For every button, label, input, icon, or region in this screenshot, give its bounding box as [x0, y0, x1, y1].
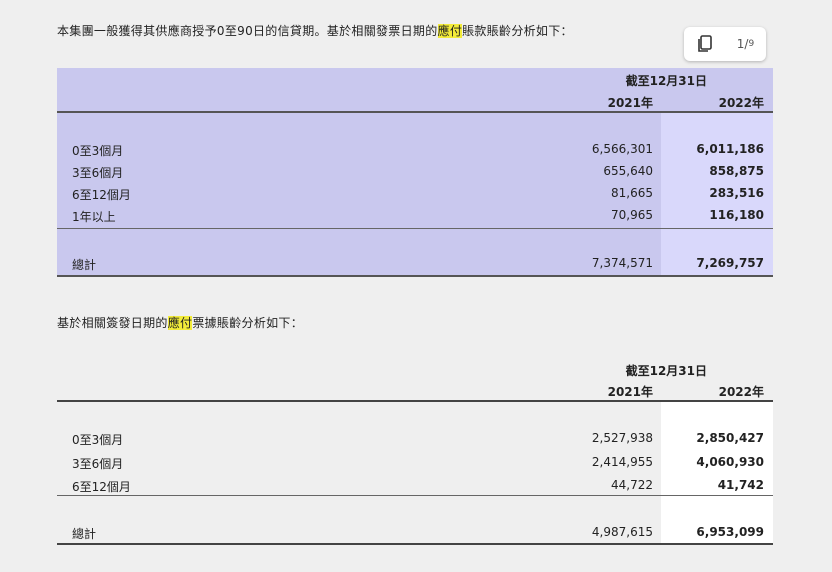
total-rule — [57, 275, 773, 277]
table-row: 0至3個月 6,566,301 6,011,186 — [57, 138, 773, 160]
header-rule — [57, 400, 773, 402]
period-header: 截至12月31日 — [625, 74, 707, 88]
value-2022: 41,742 — [717, 478, 764, 492]
value-2021: 2,414,955 — [591, 455, 653, 469]
table-row: 0至3個月 2,527,938 2,850,427 — [57, 427, 773, 449]
total-label: 總計 — [72, 258, 97, 272]
total-2021: 4,987,615 — [591, 525, 653, 539]
total-rule — [57, 543, 773, 545]
intro-paragraph-1: 本集團一般獲得其供應商授予0至90日的信貸期。基於相關發票日期的應付賬款賬齡分析… — [57, 22, 573, 39]
highlighted-term[interactable]: 應付 — [167, 316, 193, 330]
value-2021: 81,665 — [611, 186, 653, 200]
value-2021: 655,640 — [603, 164, 653, 178]
intro1-text-before: 本集團一般獲得其供應商授予0至90日的信貸期。基於相關發票日期的 — [57, 24, 438, 38]
value-2022: 116,180 — [709, 208, 764, 222]
subtotal-rule — [57, 228, 773, 229]
page-current: 1 — [736, 37, 745, 51]
subtotal-rule — [57, 495, 773, 496]
copy-button[interactable] — [690, 30, 720, 58]
year-header-row: 2021年 2022年 — [57, 90, 773, 112]
table-row: 6至12個月 44,722 41,742 — [57, 474, 773, 496]
period-header: 截至12月31日 — [625, 364, 707, 378]
row-label: 3至6個月 — [72, 457, 124, 471]
total-row: 總計 4,987,615 6,953,099 — [57, 521, 773, 543]
bills-aging-table[interactable]: 截至12月31日 2021年 2022年 0至3個月 2,527,938 2,8… — [57, 358, 773, 546]
intro-paragraph-2: 基於相關簽發日期的應付票據賬齡分析如下： — [57, 314, 303, 331]
payables-aging-table[interactable]: 截至12月31日 2021年 2022年 0至3個月 6,566,301 6,0… — [57, 68, 773, 277]
document-page: 本集團一般獲得其供應商授予0至90日的信貸期。基於相關發票日期的應付賬款賬齡分析… — [0, 0, 832, 572]
col-header-2022: 2022年 — [718, 385, 764, 399]
total-2022: 6,953,099 — [696, 525, 764, 539]
page-indicator[interactable]: 1/9 — [731, 30, 761, 58]
total-label: 總計 — [72, 527, 97, 541]
col-header-2021: 2021年 — [607, 96, 653, 110]
row-label: 1年以上 — [72, 210, 116, 224]
selection-toolbar: 1/9 — [684, 27, 766, 61]
col-header-2021: 2021年 — [607, 385, 653, 399]
value-2022: 6,011,186 — [696, 142, 764, 156]
row-label: 3至6個月 — [72, 166, 124, 180]
intro2-text-before: 基於相關簽發日期的 — [57, 316, 168, 330]
copy-icon — [697, 35, 712, 52]
value-2022: 2,850,427 — [696, 431, 764, 445]
highlighted-term[interactable]: 應付 — [437, 24, 463, 38]
total-2021: 7,374,571 — [591, 256, 653, 270]
row-label: 6至12個月 — [72, 188, 131, 202]
row-label: 6至12個月 — [72, 480, 131, 494]
table-row: 1年以上 70,965 116,180 — [57, 204, 773, 226]
intro1-text-after: 賬款賬齡分析如下： — [462, 24, 573, 38]
value-2021: 6,566,301 — [591, 142, 653, 156]
period-header-row: 截至12月31日 — [57, 358, 773, 380]
period-header-row: 截至12月31日 — [57, 68, 773, 90]
table-row: 6至12個月 81,665 283,516 — [57, 182, 773, 204]
header-rule — [57, 111, 773, 113]
value-2022: 858,875 — [709, 164, 764, 178]
value-2021: 70,965 — [611, 208, 653, 222]
total-2022: 7,269,757 — [696, 256, 764, 270]
row-label: 0至3個月 — [72, 144, 124, 158]
value-2022: 283,516 — [709, 186, 764, 200]
value-2021: 44,722 — [611, 478, 653, 492]
value-2021: 2,527,938 — [591, 431, 653, 445]
row-label: 0至3個月 — [72, 433, 124, 447]
page-total: 9 — [748, 39, 755, 49]
intro2-text-after: 票據賬齡分析如下： — [192, 316, 304, 330]
col-header-2022: 2022年 — [718, 96, 764, 110]
total-row: 總計 7,374,571 7,269,757 — [57, 252, 773, 274]
year-header-row: 2021年 2022年 — [57, 379, 773, 401]
table-row: 3至6個月 655,640 858,875 — [57, 160, 773, 182]
table-row: 3至6個月 2,414,955 4,060,930 — [57, 451, 773, 473]
value-2022: 4,060,930 — [696, 455, 764, 469]
